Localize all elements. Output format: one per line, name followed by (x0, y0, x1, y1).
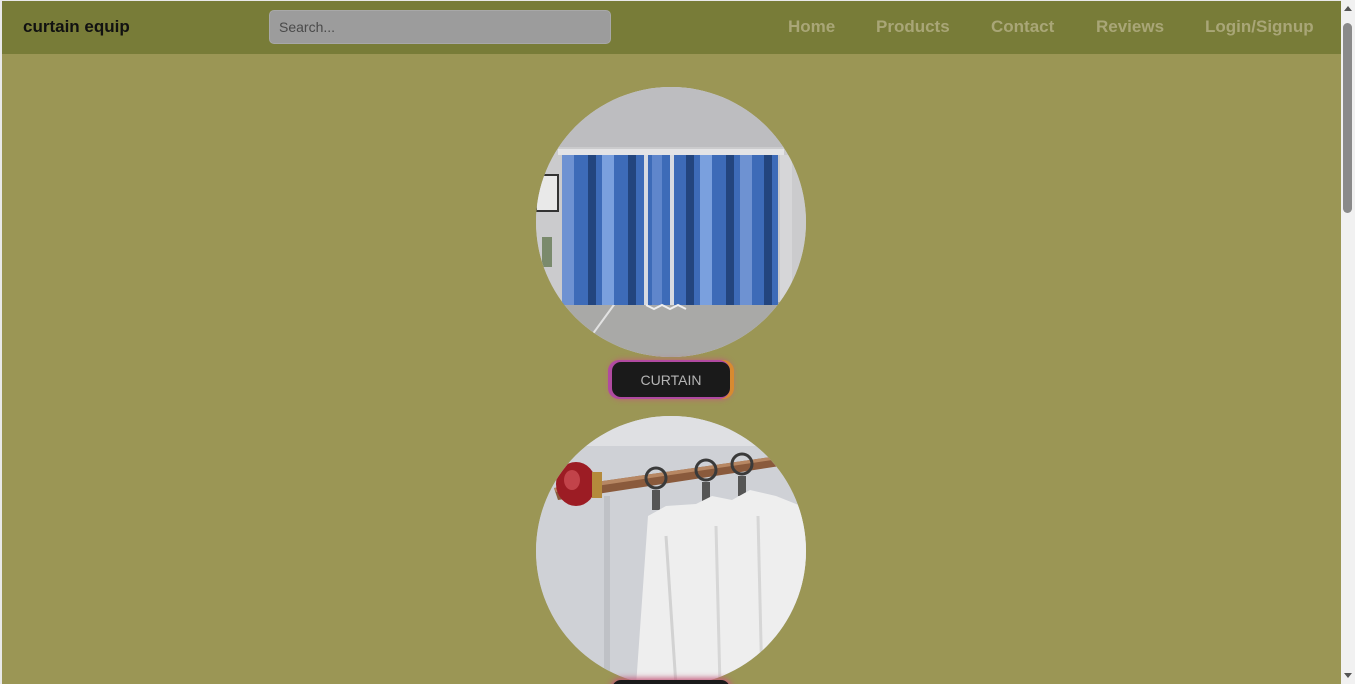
curtain-rod-photo (536, 416, 806, 684)
brand-logo[interactable]: curtain equip (23, 17, 130, 37)
nav-contact-link[interactable]: Contact (991, 17, 1054, 37)
page-frame: curtain equip Home Products Contact Revi… (0, 0, 1341, 684)
curtain-rod-category-button[interactable] (612, 680, 730, 684)
nav-home-link[interactable]: Home (788, 17, 835, 37)
search-input[interactable] (269, 10, 611, 44)
navbar: curtain equip Home Products Contact Revi… (2, 1, 1341, 54)
nav-login-signup-link[interactable]: Login/Signup (1205, 17, 1314, 37)
curtain-rod-category-image[interactable] (536, 416, 806, 684)
curtain-category-button[interactable]: CURTAIN (612, 362, 730, 397)
scrollbar-thumb[interactable] (1343, 23, 1352, 213)
nav-products-link[interactable]: Products (876, 17, 950, 37)
scroll-down-arrow-icon[interactable] (1344, 673, 1352, 678)
vertical-scrollbar[interactable] (1341, 0, 1355, 684)
curtain-category-image[interactable] (536, 87, 806, 357)
blue-curtain-photo (536, 87, 806, 357)
nav-reviews-link[interactable]: Reviews (1096, 17, 1164, 37)
scroll-up-arrow-icon[interactable] (1344, 6, 1352, 11)
